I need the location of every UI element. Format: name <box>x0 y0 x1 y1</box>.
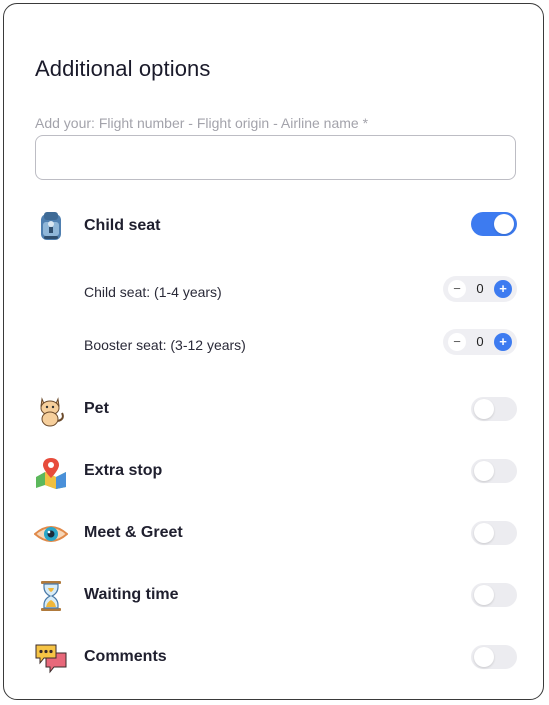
flight-info-label: Add your: Flight number - Flight origin … <box>35 115 369 131</box>
increment-button[interactable]: + <box>494 280 512 298</box>
option-row-extra-stop: Extra stop <box>4 451 545 491</box>
option-label-comments: Comments <box>84 648 167 665</box>
booster-seat-stepper: − 0 + <box>443 329 517 355</box>
option-label-pet: Pet <box>84 400 109 417</box>
option-label-extra-stop: Extra stop <box>84 462 163 479</box>
child-seat-icon <box>34 210 68 244</box>
additional-options-card: Additional options Add your: Flight numb… <box>3 3 544 700</box>
toggle-knob <box>474 461 494 481</box>
comments-toggle[interactable] <box>471 645 517 669</box>
extra-stop-toggle[interactable] <box>471 459 517 483</box>
option-row-child-seat: Child seat <box>4 206 545 246</box>
child-seat-toggle[interactable] <box>471 212 517 236</box>
pet-toggle[interactable] <box>471 397 517 421</box>
booster-seat-count-row: Booster seat: (3-12 years) − 0 + <box>4 329 545 361</box>
child-seat-count-row: Child seat: (1-4 years) − 0 + <box>4 276 545 308</box>
map-pin-icon <box>34 455 68 489</box>
option-row-comments: Comments <box>4 637 545 677</box>
toggle-knob <box>474 523 494 543</box>
increment-button[interactable]: + <box>494 333 512 351</box>
option-row-pet: Pet <box>4 389 545 429</box>
child-seat-stepper: − 0 + <box>443 276 517 302</box>
booster-seat-count-label: Booster seat: (3-12 years) <box>84 337 246 353</box>
option-label-waiting-time: Waiting time <box>84 586 179 603</box>
toggle-knob <box>494 214 514 234</box>
child-seat-count-label: Child seat: (1-4 years) <box>84 284 222 300</box>
meet-greet-toggle[interactable] <box>471 521 517 545</box>
option-row-waiting-time: Waiting time <box>4 575 545 615</box>
toggle-knob <box>474 647 494 667</box>
section-title: Additional options <box>35 56 211 81</box>
eye-icon <box>33 517 69 551</box>
flight-info-input[interactable] <box>35 135 516 180</box>
waiting-time-toggle[interactable] <box>471 583 517 607</box>
toggle-knob <box>474 585 494 605</box>
option-row-meet-greet: Meet & Greet <box>4 513 545 553</box>
cat-icon <box>34 393 68 427</box>
option-label-meet-greet: Meet & Greet <box>84 524 183 541</box>
toggle-knob <box>474 399 494 419</box>
hourglass-icon <box>34 579 68 613</box>
option-label-child-seat: Child seat <box>84 217 161 234</box>
chat-bubbles-icon <box>34 641 68 675</box>
